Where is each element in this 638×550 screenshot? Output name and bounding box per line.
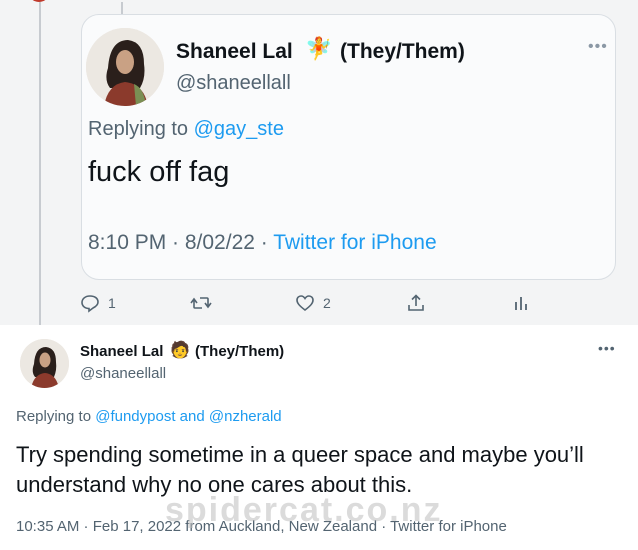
watermark: spidercat.co.nz <box>165 491 443 529</box>
analytics-button[interactable] <box>512 290 530 316</box>
tweet-timestamp: 8:10 PM · 8/02/22 · Twitter for iPhone <box>88 231 437 255</box>
retweet-icon <box>190 297 212 309</box>
timestamp-text[interactable]: 8:10 PM · 8/02/22 · <box>88 231 273 254</box>
thread-line <box>39 2 41 327</box>
reply-button[interactable]: 1 <box>80 290 116 316</box>
like-count: 2 <box>323 295 331 311</box>
author-pronouns: (They/Them) <box>340 40 465 63</box>
more-options-icon[interactable]: ••• <box>598 340 616 356</box>
avatar[interactable] <box>86 28 164 106</box>
avatar-small[interactable] <box>20 339 69 388</box>
retweet-button[interactable] <box>190 290 220 316</box>
author-handle[interactable]: @shaneellall <box>80 365 166 382</box>
avatar-image <box>86 28 164 106</box>
replying-to: Replying to @fundypost and @nzherald <box>16 408 282 425</box>
author-handle[interactable]: @shaneellall <box>176 72 291 95</box>
replying-to: Replying to @gay_ste <box>88 118 284 141</box>
author-name[interactable]: Shaneel Lal <box>176 40 293 64</box>
client-link[interactable]: Twitter for iPhone <box>273 231 436 254</box>
person-emoji: 🧑 <box>170 342 190 359</box>
share-button[interactable] <box>406 290 426 316</box>
avatar-image <box>20 339 69 388</box>
mention-link-fundypost[interactable]: @fundypost <box>95 408 175 425</box>
replying-prefix: Replying to <box>16 408 92 425</box>
reply-count: 1 <box>108 295 116 311</box>
analytics-icon <box>515 297 527 310</box>
more-options-icon[interactable]: ••• <box>588 38 608 56</box>
mention-link[interactable]: @gay_ste <box>194 118 284 140</box>
heart-icon <box>296 295 314 312</box>
reply-icon <box>81 295 99 313</box>
author-pronouns: (They/Them) <box>195 343 285 360</box>
author-name[interactable]: Shaneel Lal <box>80 343 163 360</box>
mention-link-nzherald[interactable]: @nzherald <box>209 408 282 425</box>
share-icon <box>408 294 424 311</box>
like-button[interactable]: 2 <box>295 290 331 316</box>
tweet-text: fuck off fag <box>88 156 230 188</box>
mention-and: and <box>179 408 205 425</box>
replying-prefix: Replying to <box>88 118 189 140</box>
fairy-emoji: 🧚 <box>305 36 333 61</box>
